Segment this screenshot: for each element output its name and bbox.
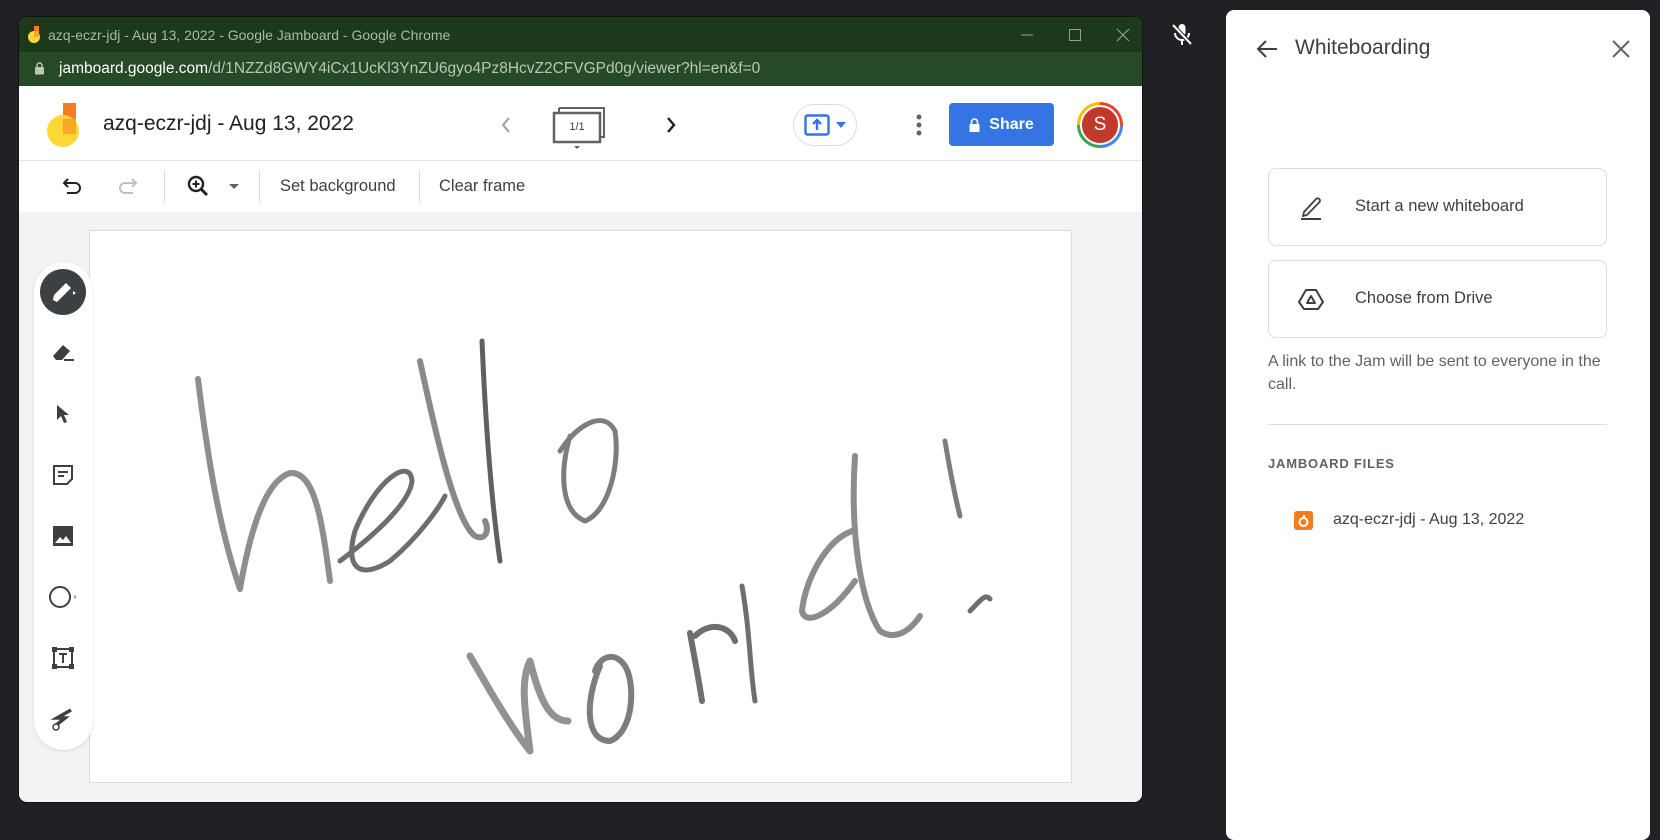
- stroke-o: [557, 418, 619, 524]
- stroke-l1: [417, 358, 490, 541]
- toolbar-divider: [164, 170, 165, 203]
- stroke-h: [195, 376, 333, 592]
- chrome-window: azq-eczr-jdj - Aug 13, 2022 - Google Jam…: [19, 17, 1142, 802]
- lock-icon: [35, 62, 44, 75]
- stroke-exclamation: [942, 438, 963, 519]
- frame-indicator: 1/1: [569, 121, 585, 133]
- stroke-r: [687, 624, 738, 704]
- tool-shape[interactable]: [40, 574, 86, 620]
- tool-text-box[interactable]: [40, 635, 86, 681]
- stroke-e: [337, 468, 448, 573]
- url-text[interactable]: jamboard.google.com/d/1NZZd8GWY4iCx1UcKl…: [59, 60, 760, 78]
- tool-eraser[interactable]: [40, 330, 86, 376]
- lock-icon: [969, 117, 980, 132]
- undo-icon: [62, 178, 81, 194]
- stroke-l3: [739, 583, 758, 704]
- laser-icon: [51, 708, 72, 731]
- panel-title: Whiteboarding: [1295, 36, 1431, 59]
- circle-icon: [49, 586, 77, 608]
- present-to-meeting-button[interactable]: [793, 104, 857, 146]
- minimize-icon: [1021, 34, 1033, 35]
- eraser-icon: [53, 345, 74, 361]
- jamboard-file-label: azq-eczr-jdj - Aug 13, 2022: [1333, 511, 1525, 528]
- whiteboarding-panel: Whiteboarding Start a new whiteboard Cho…: [1226, 10, 1650, 840]
- workspace: [19, 212, 1142, 802]
- jamboard-file-icon: [1294, 510, 1313, 530]
- tool-laser[interactable]: [40, 696, 86, 742]
- close-window-button[interactable]: [1099, 17, 1142, 52]
- share-label: Share: [989, 115, 1034, 133]
- next-frame-button[interactable]: [656, 110, 686, 140]
- tool-sticky-note[interactable]: [40, 452, 86, 498]
- title-bar[interactable]: azq-eczr-jdj - Aug 13, 2022 - Google Jam…: [19, 17, 1142, 52]
- sticky-note-icon: [53, 465, 73, 485]
- redo-button[interactable]: [113, 171, 143, 201]
- close-icon: [1612, 40, 1630, 58]
- tool-image[interactable]: [40, 513, 86, 559]
- chevron-right-icon: [667, 117, 676, 133]
- present-icon: [804, 114, 830, 136]
- set-background-button[interactable]: Set background: [280, 171, 396, 201]
- jamboard-header: azq-eczr-jdj - Aug 13, 2022 1/1 Share S: [19, 86, 1142, 161]
- whiteboard-canvas[interactable]: [89, 230, 1072, 783]
- share-button[interactable]: Share: [949, 103, 1054, 146]
- tool-select[interactable]: [40, 391, 86, 437]
- zoom-in-icon: [187, 175, 209, 197]
- jamboard-favicon-icon: [28, 26, 40, 43]
- stroke-d: [799, 453, 923, 638]
- mic-off-icon[interactable]: [1170, 22, 1194, 48]
- minimize-button[interactable]: [1003, 17, 1051, 52]
- maximize-button[interactable]: [1051, 17, 1099, 52]
- tool-rail: [34, 262, 93, 750]
- chevron-left-icon: [501, 117, 510, 133]
- jamboard-file-item[interactable]: azq-eczr-jdj - Aug 13, 2022: [1294, 508, 1524, 532]
- caret-down-icon: [836, 122, 846, 128]
- pencil-icon: [1301, 197, 1321, 220]
- start-new-whiteboard-button[interactable]: Start a new whiteboard: [1268, 168, 1607, 246]
- stroke-w: [466, 652, 572, 755]
- arrow-back-icon: [1256, 40, 1277, 58]
- close-icon: [1116, 28, 1130, 41]
- toolbar-divider: [259, 170, 260, 203]
- redo-icon: [119, 178, 138, 194]
- stroke-o2: [586, 654, 635, 744]
- clear-frame-button[interactable]: Clear frame: [439, 171, 525, 201]
- back-button[interactable]: [1252, 34, 1282, 64]
- more-options-button[interactable]: [904, 110, 934, 140]
- image-icon: [53, 526, 73, 546]
- handwriting-drawing: [195, 338, 993, 755]
- choose-from-drive-label: Choose from Drive: [1355, 289, 1493, 307]
- frame-picker[interactable]: 1/1: [552, 104, 610, 150]
- toolbar-divider: [419, 170, 420, 203]
- undo-button[interactable]: [57, 171, 87, 201]
- document-title[interactable]: azq-eczr-jdj - Aug 13, 2022: [103, 112, 354, 136]
- pen-icon: [53, 283, 76, 302]
- stroke-exclamation-dot: [967, 594, 993, 614]
- text-box-icon: [52, 647, 74, 669]
- more-vert-icon: [916, 114, 922, 136]
- cursor-icon: [57, 405, 69, 423]
- url-host: jamboard.google.com: [59, 60, 209, 77]
- choose-from-drive-button[interactable]: Choose from Drive: [1268, 260, 1607, 338]
- account-avatar[interactable]: S: [1077, 102, 1123, 148]
- caret-down-icon: [229, 183, 239, 189]
- maximize-icon: [1069, 28, 1081, 41]
- close-panel-button[interactable]: [1606, 34, 1636, 64]
- address-bar[interactable]: jamboard.google.com/d/1NZZd8GWY4iCx1UcKl…: [19, 52, 1142, 86]
- previous-frame-button[interactable]: [491, 110, 521, 140]
- zoom-button[interactable]: [182, 171, 214, 201]
- zoom-dropdown[interactable]: [224, 171, 244, 201]
- tool-pen[interactable]: [40, 269, 86, 315]
- url-path: /d/1NZZd8GWY4iCx1UcKl3YnZU6gyo4Pz8HcvZ2C…: [208, 60, 761, 77]
- start-new-whiteboard-label: Start a new whiteboard: [1355, 197, 1524, 215]
- window-title: azq-eczr-jdj - Aug 13, 2022 - Google Jam…: [48, 27, 451, 43]
- avatar-initial: S: [1080, 105, 1120, 145]
- jamboard-logo-icon[interactable]: [46, 103, 80, 148]
- drive-icon: [1298, 289, 1324, 310]
- editing-toolbar: Set background Clear frame: [19, 161, 1142, 212]
- jamboard-files-heading: JAMBOARD FILES: [1268, 456, 1395, 471]
- panel-note: A link to the Jam will be sent to everyo…: [1268, 353, 1601, 393]
- panel-divider: [1268, 424, 1607, 425]
